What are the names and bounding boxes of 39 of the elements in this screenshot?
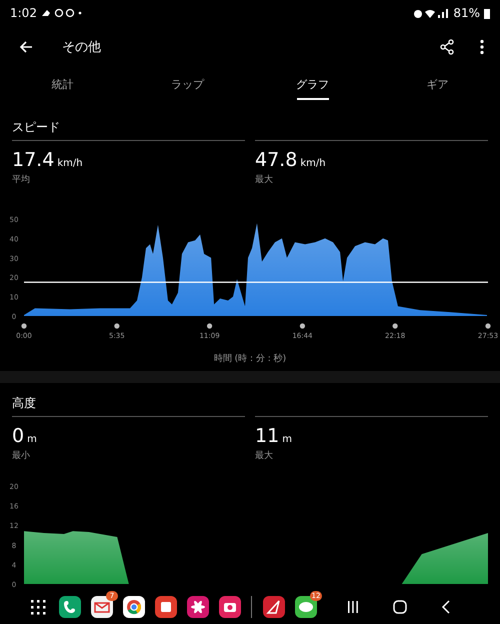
tab[interactable]: ギア — [375, 70, 500, 108]
stat-label: 最大 — [255, 174, 274, 186]
stat-unit: km/h — [57, 158, 83, 170]
status-time: 1:02 — [10, 6, 37, 20]
section-title: スピード — [12, 120, 60, 134]
stat-label: 平均 — [12, 174, 31, 186]
tick-dot — [21, 324, 27, 329]
axis-title: 時間 (時 : 分 : 秒) — [214, 354, 286, 364]
tick-dot — [485, 324, 491, 329]
stat-label: 最大 — [255, 450, 274, 462]
status-icons — [413, 8, 450, 19]
flower-app-icon[interactable] — [187, 596, 209, 618]
tab[interactable]: ラップ — [125, 70, 250, 108]
share-button[interactable] — [438, 36, 456, 57]
section-title: 高度 — [12, 396, 36, 410]
stat-value: 0 — [12, 424, 24, 447]
tick-dot — [300, 324, 306, 329]
stat-value: 17.4 — [12, 149, 54, 172]
stat-label: 最小 — [12, 450, 31, 462]
stat-value: 47.8 — [255, 149, 298, 172]
dock-divider — [251, 596, 253, 618]
stat-unit: m — [282, 434, 292, 445]
tab[interactable]: グラフ — [250, 70, 375, 108]
phone-app-icon[interactable] — [59, 596, 81, 618]
camera-app-icon[interactable] — [219, 596, 241, 618]
browser-app-icon[interactable] — [123, 596, 145, 618]
tick-dot — [206, 324, 212, 329]
tick-dot — [114, 324, 120, 329]
stat-unit: m — [27, 434, 37, 445]
home-button[interactable] — [391, 598, 409, 616]
stat-unit: km/h — [300, 158, 326, 170]
screen-title: その他 — [62, 38, 101, 56]
compass-app-icon[interactable] — [263, 596, 285, 618]
stat-value: 11 — [255, 424, 280, 447]
tick-dot — [392, 324, 398, 329]
battery-percent: 81% — [453, 6, 480, 20]
battery-icon — [484, 8, 490, 19]
note-app-icon[interactable] — [155, 596, 177, 618]
tab[interactable]: 統計 — [0, 70, 125, 108]
